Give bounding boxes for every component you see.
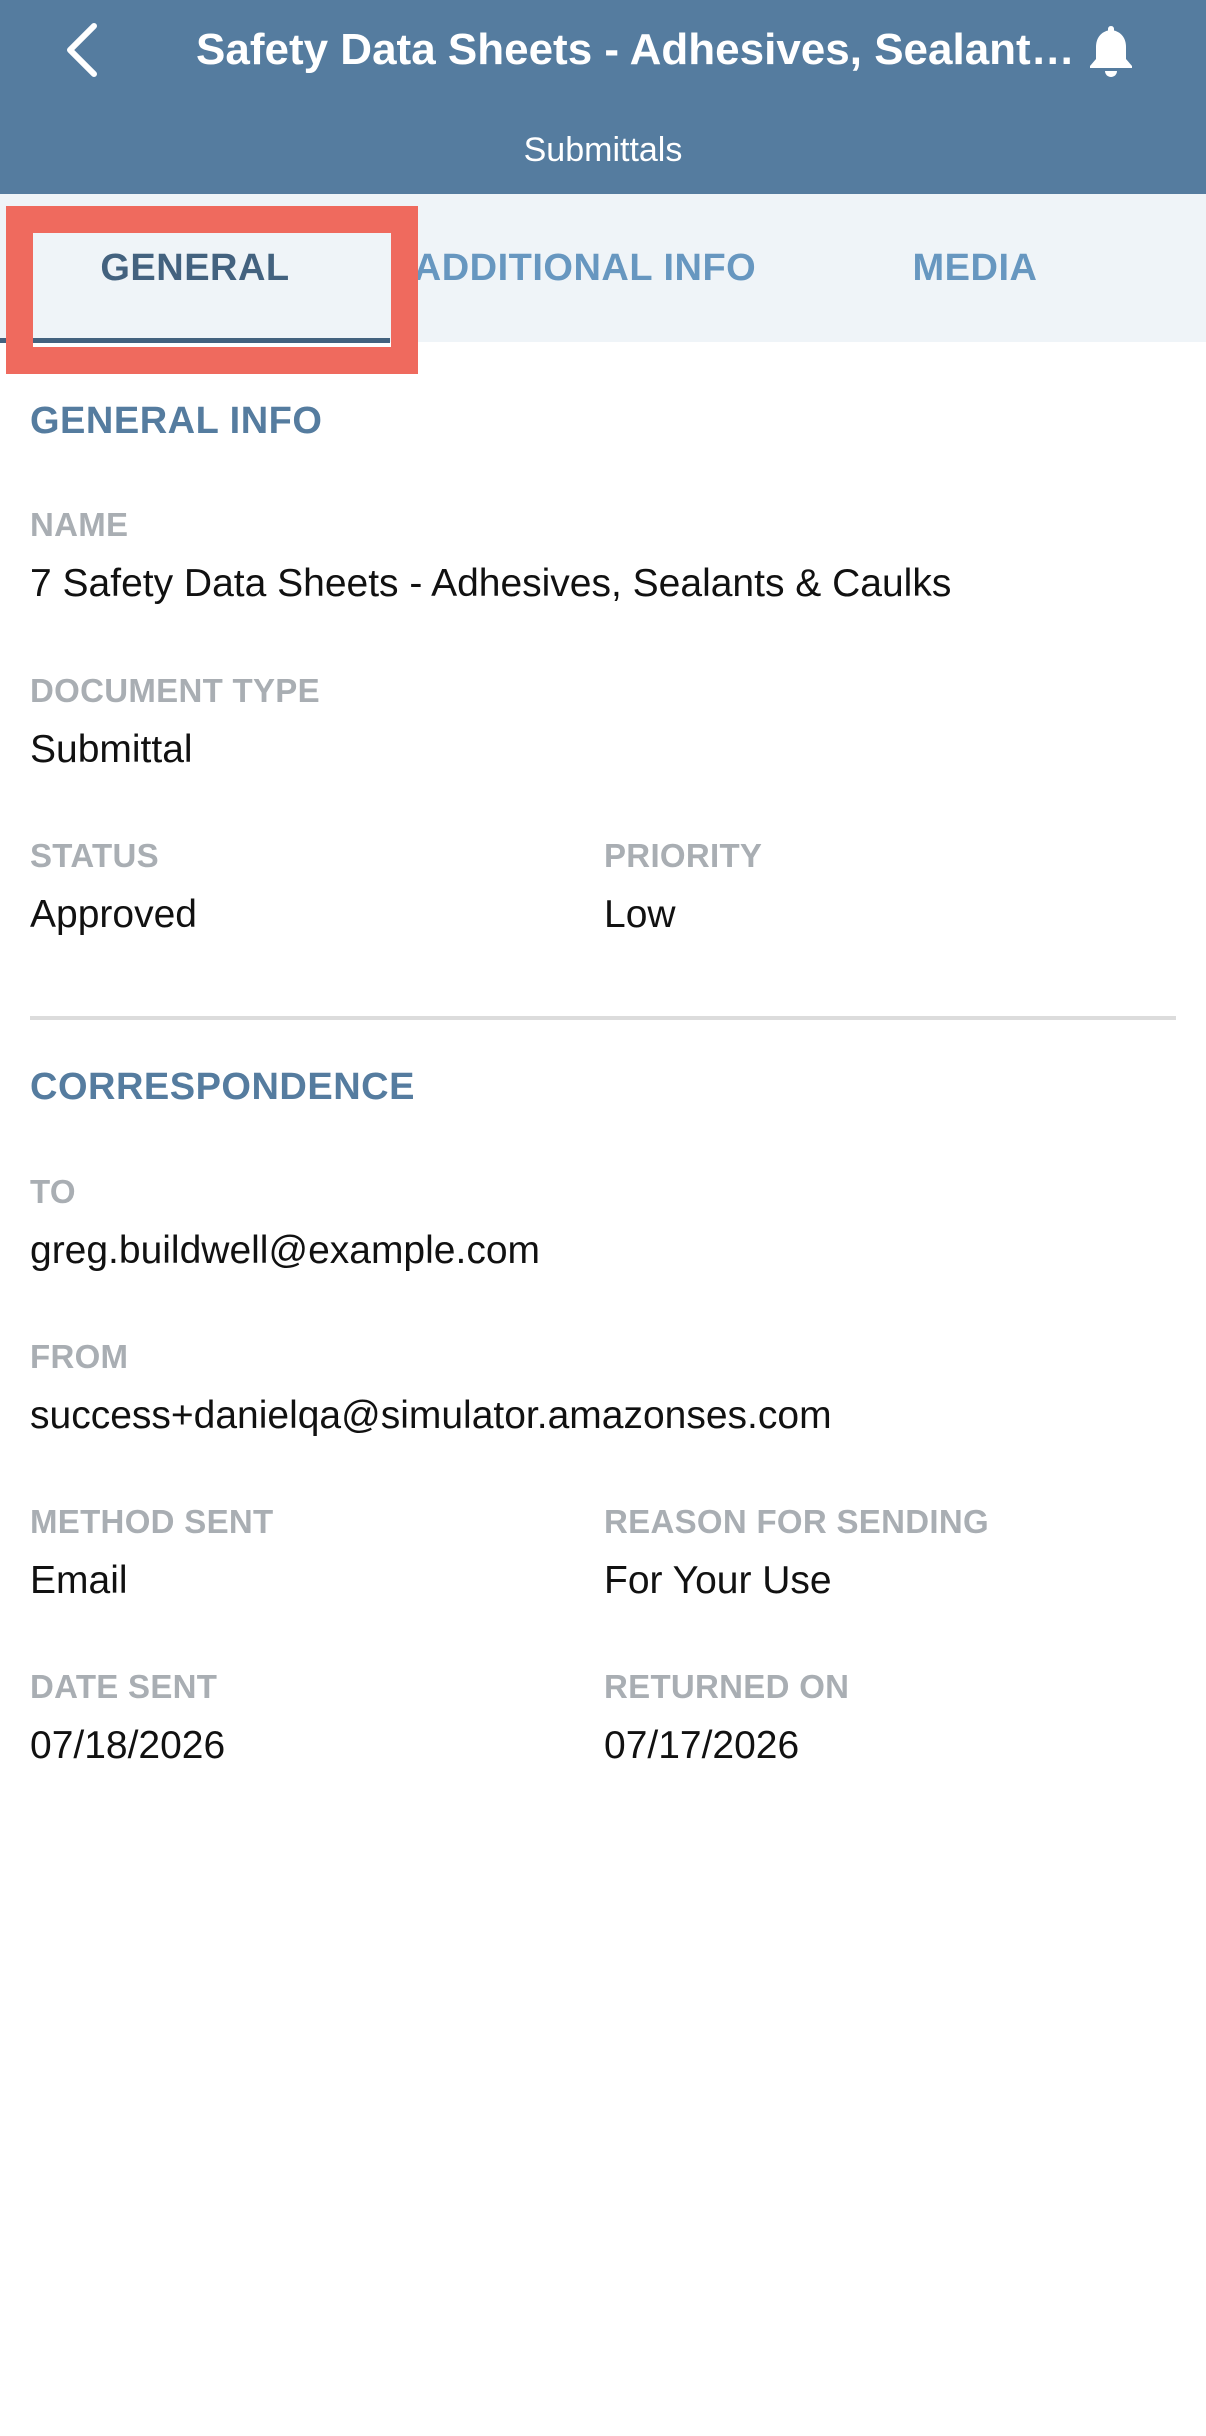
status-label: STATUS	[30, 837, 159, 874]
to-value: greg.buildwell@example.com	[30, 1229, 540, 1272]
reason-for-sending-label: REASON FOR SENDING	[604, 1503, 989, 1540]
app-header: Safety Data Sheets - Adhesives, Sealants…	[0, 0, 1206, 194]
document-type-value: Submittal	[30, 728, 193, 771]
back-button[interactable]	[50, 12, 114, 88]
priority-label: PRIORITY	[604, 837, 763, 874]
from-label: FROM	[30, 1338, 129, 1375]
from-value: success+danielqa@simulator.amazonses.com	[30, 1394, 832, 1437]
priority-value: Low	[604, 893, 676, 936]
page-title: Safety Data Sheets - Adhesives, Sealants…	[196, 25, 1092, 74]
general-info-heading: GENERAL INFO	[30, 400, 323, 442]
chevron-left-icon	[67, 23, 97, 77]
date-sent-label: DATE SENT	[30, 1668, 218, 1705]
reason-for-sending-value: For Your Use	[604, 1559, 832, 1602]
to-label: TO	[30, 1173, 76, 1210]
active-tab-indicator	[0, 338, 390, 343]
document-type-label: DOCUMENT TYPE	[30, 672, 320, 709]
section-divider	[30, 1016, 1176, 1020]
method-sent-label: METHOD SENT	[30, 1503, 274, 1540]
method-sent-value: Email	[30, 1559, 128, 1602]
returned-on-value: 07/17/2026	[604, 1724, 800, 1767]
returned-on-label: RETURNED ON	[604, 1668, 850, 1705]
name-label: NAME	[30, 506, 129, 543]
page-subtitle: Submittals	[523, 131, 683, 169]
name-value: 7 Safety Data Sheets - Adhesives, Sealan…	[30, 562, 952, 605]
tab-general[interactable]: GENERAL	[0, 194, 390, 342]
tab-additional-info[interactable]: ADDITIONAL INFO	[390, 194, 780, 342]
status-value: Approved	[30, 893, 197, 936]
notifications-button[interactable]	[1078, 14, 1144, 86]
tab-bar: GENERAL ADDITIONAL INFO MEDIA	[0, 194, 1206, 342]
tab-media[interactable]: MEDIA	[780, 194, 1170, 342]
correspondence-heading: CORRESPONDENCE	[30, 1066, 415, 1108]
bell-icon	[1090, 26, 1132, 77]
date-sent-value: 07/18/2026	[30, 1724, 226, 1767]
